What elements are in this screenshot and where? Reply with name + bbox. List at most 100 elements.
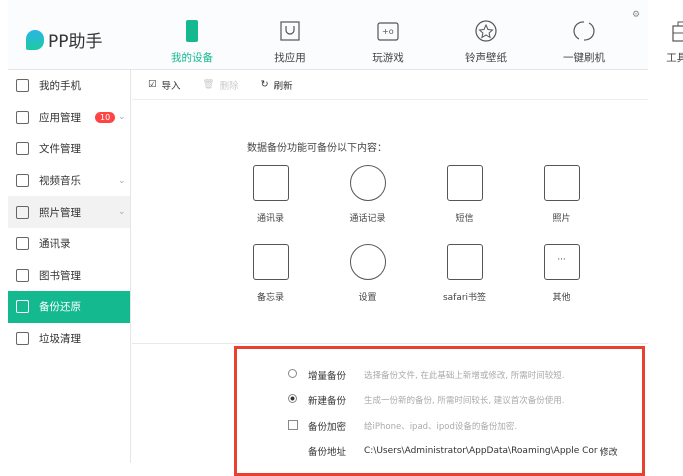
more-icon: ···	[543, 244, 580, 280]
sidebar: 我的手机 应用管理 10 ⌄ 文件管理 视频音乐 ⌄ 照片管理 ⌄ 通讯录 图书管理 备…	[8, 70, 131, 463]
modify-path-link[interactable]: 修改	[600, 445, 618, 458]
backup-item-other[interactable]: ··· 其他	[513, 244, 610, 303]
chevron-down-icon[interactable]: ⌄	[118, 112, 126, 122]
sidebar-label: 我的手机	[39, 80, 81, 93]
backup-item-calls[interactable]: 通话记录	[319, 165, 416, 224]
sidebar-item-backup[interactable]: 备份还原	[8, 291, 130, 323]
nav-label: 一键刷机	[563, 52, 605, 64]
sidebar-item-files[interactable]: 文件管理	[8, 133, 130, 165]
radio-incremental[interactable]	[288, 369, 297, 378]
sidebar-label: 通讯录	[39, 238, 71, 251]
backup-path-row: 备份地址 C:\Users\Administrator\AppData\Roami…	[288, 444, 618, 458]
message-icon	[446, 165, 483, 201]
nav-flash[interactable]: 一键刷机	[535, 18, 633, 65]
gamepad-icon: +o	[377, 22, 399, 41]
nav-my-device[interactable]: 我的设备	[143, 18, 241, 65]
option-desc: 给iPhone、ipad、ipod设备的备份加密.	[364, 422, 518, 432]
toolbox-icon	[672, 21, 683, 42]
sidebar-item-apps[interactable]: 应用管理 10 ⌄	[8, 102, 130, 134]
sidebar-item-my-phone[interactable]: 我的手机	[8, 70, 130, 102]
nav-label: 找应用	[274, 52, 306, 64]
backup-item-sms[interactable]: 短信	[416, 165, 513, 224]
nav-toolbox[interactable]: 工具箱	[633, 18, 683, 65]
item-label: 设置	[358, 293, 377, 303]
backup-item-contacts[interactable]: 通讯录	[222, 165, 319, 224]
nav-label: 我的设备	[171, 52, 213, 64]
nav-label: 工具箱	[666, 52, 683, 64]
toolbar: ☑ 导入 🗑 删除 ↻ 刷新	[132, 70, 648, 100]
option-label: 备份加密	[308, 422, 347, 433]
sidebar-label: 图书管理	[39, 269, 81, 282]
refresh-button[interactable]: ↻ 刷新	[261, 78, 293, 92]
item-label: 通讯录	[256, 214, 284, 224]
sidebar-item-cleanup[interactable]: 垃圾清理	[8, 323, 130, 355]
backup-item-safari[interactable]: safari书签	[416, 244, 513, 303]
option-label: 新建备份	[308, 396, 347, 407]
chevron-down-icon[interactable]: ⌄	[118, 207, 126, 217]
button-label: 刷新	[273, 80, 293, 92]
sidebar-label: 应用管理	[39, 111, 81, 124]
backup-items-grid: 通讯录 通话记录 短信 照片 备忘录 设置 safari书签 ··· 其他	[222, 165, 610, 303]
option-label: 增量备份	[308, 371, 347, 382]
pp-logo-icon	[26, 29, 44, 50]
nav-label: 铃声壁纸	[465, 52, 507, 64]
refresh-icon: ↻	[260, 79, 269, 90]
sidebar-item-books[interactable]: 图书管理	[8, 260, 130, 292]
option-label: 备份地址	[308, 447, 347, 458]
photo-icon	[543, 165, 580, 201]
backup-icon	[16, 300, 29, 314]
gear-icon	[349, 244, 386, 280]
folder-icon	[16, 142, 29, 156]
item-label: 通话记录	[349, 214, 386, 224]
app-name: PP助手	[48, 32, 103, 52]
notes-icon	[252, 244, 289, 280]
sidebar-item-media[interactable]: 视频音乐 ⌄	[8, 165, 130, 197]
option-desc: 选择备份文件, 在此基础上新增或修改, 所需时间较短.	[364, 371, 565, 381]
delete-button[interactable]: 🗑 删除	[203, 78, 239, 92]
broom-icon	[16, 332, 29, 346]
app-logo: PP助手	[26, 27, 103, 52]
contacts-icon	[16, 237, 29, 251]
encrypt-backup-option[interactable]: 备份加密 给iPhone、ipad、ipod设备的备份加密.	[288, 419, 517, 433]
image-icon	[16, 205, 29, 219]
sidebar-item-contacts[interactable]: 通讯录	[8, 228, 130, 260]
backup-content-title: 数据备份功能可备份以下内容：	[247, 143, 387, 154]
settings-icon[interactable]: ⚙	[632, 10, 640, 20]
star-icon	[475, 20, 497, 42]
backup-item-notes[interactable]: 备忘录	[222, 244, 319, 303]
backup-item-settings[interactable]: 设置	[319, 244, 416, 303]
app-icon	[16, 110, 29, 124]
option-desc: 生成一份新的备份, 所需时间较长, 建议首次备份使用.	[364, 396, 565, 406]
incremental-backup-option[interactable]: 增量备份 选择备份文件, 在此基础上新增或修改, 所需时间较短.	[288, 368, 565, 382]
new-backup-option[interactable]: 新建备份 生成一份新的备份, 所需时间较长, 建议首次备份使用.	[288, 393, 565, 407]
play-icon	[16, 174, 29, 188]
nav-find-apps[interactable]: 找应用	[241, 18, 339, 65]
bag-icon	[280, 21, 300, 41]
bookmark-icon	[446, 244, 483, 280]
sidebar-label: 视频音乐	[39, 175, 81, 188]
nav-ringtones[interactable]: 铃声壁纸	[437, 18, 535, 65]
button-label: 删除	[219, 80, 239, 92]
radio-new[interactable]	[288, 394, 297, 403]
backup-path-value: C:\Users\Administrator\AppData\Roaming\A…	[364, 446, 598, 456]
contacts-book-icon	[252, 165, 289, 201]
item-label: 照片	[552, 214, 571, 224]
checkbox-encrypt[interactable]	[288, 419, 298, 430]
top-header: PP助手 我的设备 找应用 +o 玩游戏 铃声壁纸 一键刷机 工具箱	[8, 0, 683, 70]
nav-games[interactable]: +o 玩游戏	[339, 18, 437, 65]
item-label: 备忘录	[256, 293, 284, 303]
main-nav: 我的设备 找应用 +o 玩游戏 铃声壁纸 一键刷机 工具箱	[143, 18, 683, 65]
item-label: safari书签	[442, 293, 487, 303]
phone-icon	[16, 79, 29, 93]
sidebar-item-photos[interactable]: 照片管理 ⌄	[8, 196, 130, 228]
import-button[interactable]: ☑ 导入	[148, 78, 181, 92]
sidebar-label: 照片管理	[39, 206, 81, 219]
item-label: 短信	[455, 214, 474, 224]
divider	[132, 343, 648, 344]
phone-call-icon	[349, 165, 386, 201]
backup-item-photos[interactable]: 照片	[513, 165, 610, 224]
chevron-down-icon[interactable]: ⌄	[118, 176, 126, 186]
phone-icon	[186, 20, 198, 42]
book-icon	[16, 268, 29, 282]
refresh-icon	[573, 21, 595, 41]
